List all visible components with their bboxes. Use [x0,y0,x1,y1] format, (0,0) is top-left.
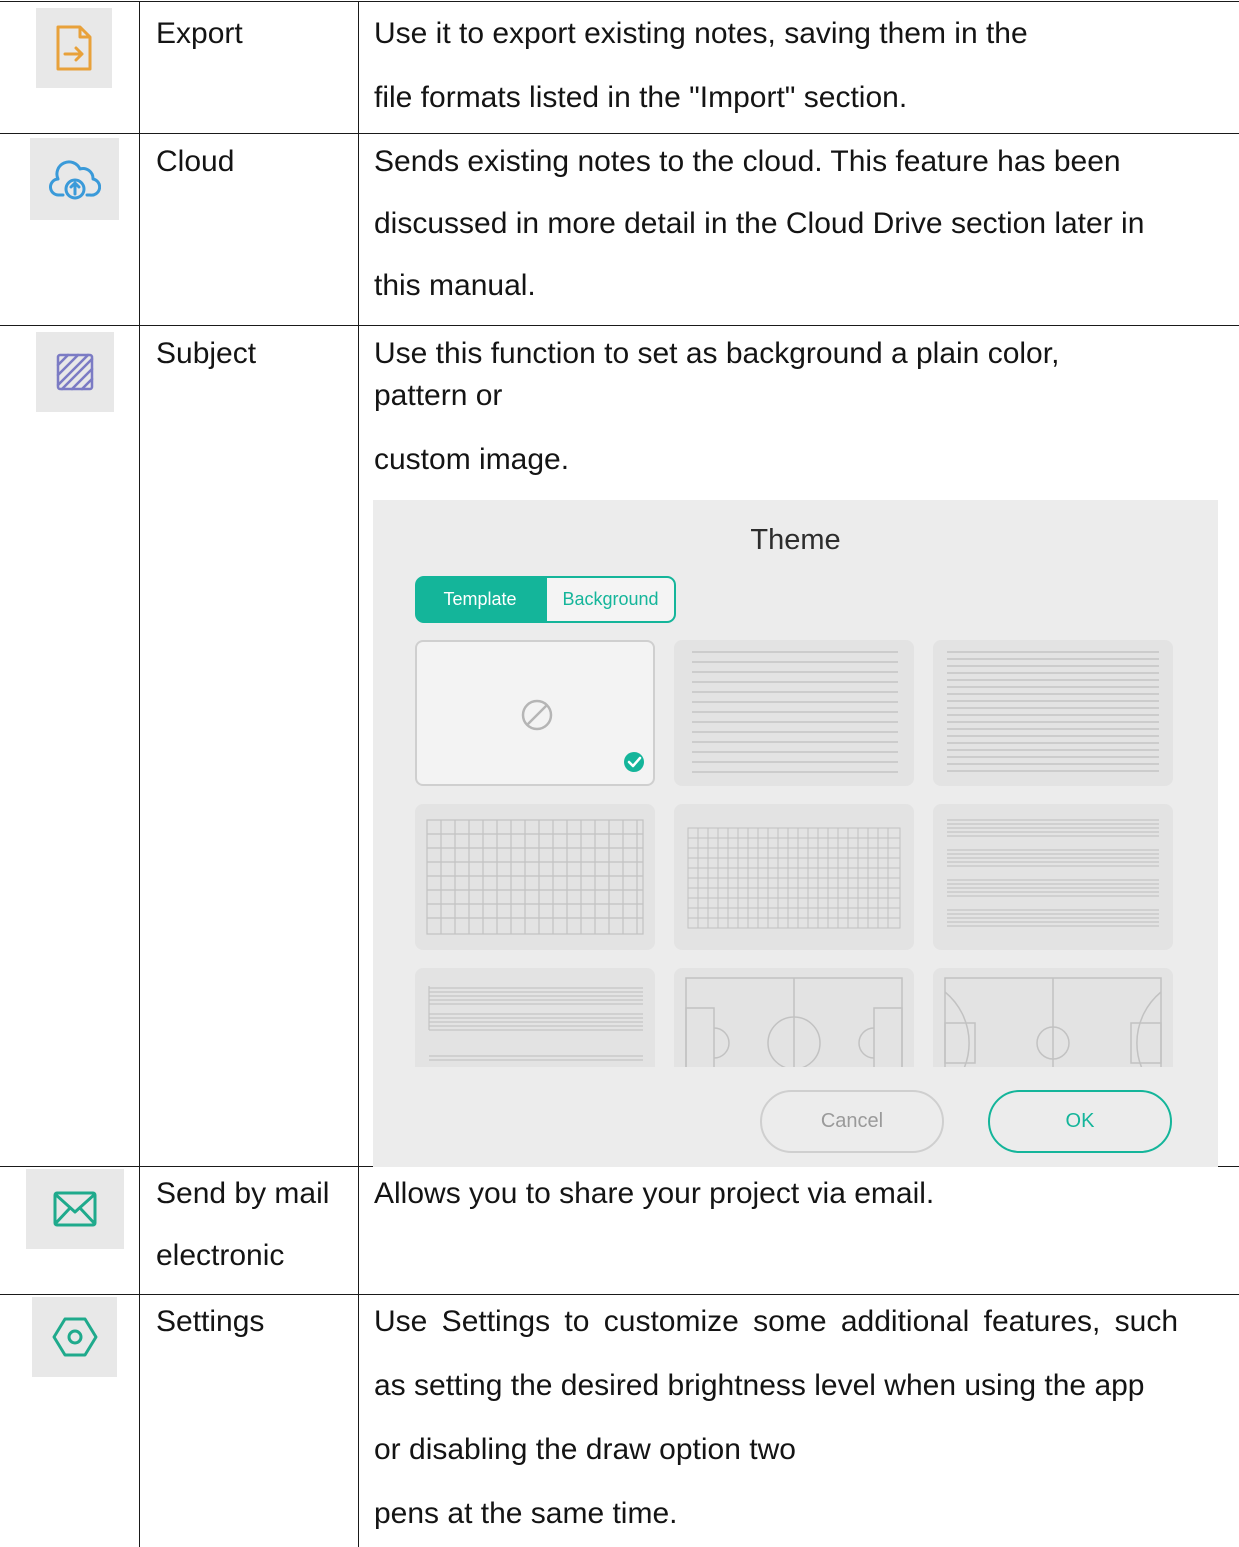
settings-icon-tile [32,1297,117,1377]
row-export-name: Export [156,17,243,50]
row-subject-desc-line: custom image. [374,443,570,476]
row-settings-desc-line: or disabling the draw option two [374,1433,796,1466]
row-export-desc-line: Use it to export existing notes, saving … [374,17,1028,50]
cancel-button[interactable]: Cancel [760,1090,944,1153]
theme-dialog: Theme Template Background Cancel OK [373,500,1218,1167]
row-cloud-desc-line: this manual. [374,269,536,302]
row-cloud-desc-line: Sends existing notes to the cloud. This … [374,145,1121,178]
subject-pattern-icon [55,352,95,392]
none-icon [521,699,553,731]
row-subject-desc-line: pattern or [374,379,503,412]
template-football-pitch[interactable] [674,968,914,1067]
template-fine-grid[interactable] [674,804,914,950]
settings-icon [51,1315,99,1359]
table-row-divider [0,133,1239,134]
table-border-top [0,1,1239,2]
row-settings-desc-line: as setting the desired brightness level … [374,1369,1145,1402]
template-music-staff-grand[interactable] [415,968,655,1067]
row-settings-desc-line: pens at the same time. [374,1497,678,1530]
table-column-divider [358,1,359,1547]
row-mail-name-line: electronic [156,1239,285,1272]
export-icon-tile [36,8,112,88]
row-subject-name: Subject [156,337,257,370]
selected-check-icon [624,752,644,772]
row-cloud-desc-line: discussed in more detail in the Cloud Dr… [374,207,1145,240]
mail-icon-tile [26,1169,124,1249]
template-lined[interactable] [674,640,914,786]
theme-dialog-title: Theme [750,524,841,556]
template-grid[interactable] [415,804,655,950]
template-basketball-court[interactable] [933,968,1173,1067]
template-music-staff[interactable] [933,804,1173,950]
tab-background[interactable]: Background [545,576,676,623]
ok-button[interactable]: OK [988,1090,1172,1153]
subject-icon-tile [36,332,114,412]
row-subject-desc-line: Use this function to set as background a… [374,337,1060,370]
row-mail-name-line: Send by mail [156,1177,330,1210]
template-blank[interactable] [415,640,655,786]
export-icon [54,24,94,72]
row-mail-desc-line: Allows you to share your project via ema… [374,1177,935,1210]
table-row-divider [0,325,1239,326]
row-settings-name: Settings [156,1305,265,1338]
table-column-divider [139,1,140,1547]
row-export-desc-line: file formats listed in the "Import" sect… [374,81,908,114]
cloud-icon-tile [30,138,119,220]
table-row-divider [0,1294,1239,1295]
row-settings-desc-line: Use Settings to customize some additiona… [374,1305,1179,1338]
mail-icon [52,1189,98,1229]
tab-template[interactable]: Template [415,576,545,623]
template-grid [415,640,1173,1067]
template-narrow-lined[interactable] [933,640,1173,786]
row-cloud-name: Cloud [156,145,235,178]
cloud-upload-icon [48,157,101,201]
